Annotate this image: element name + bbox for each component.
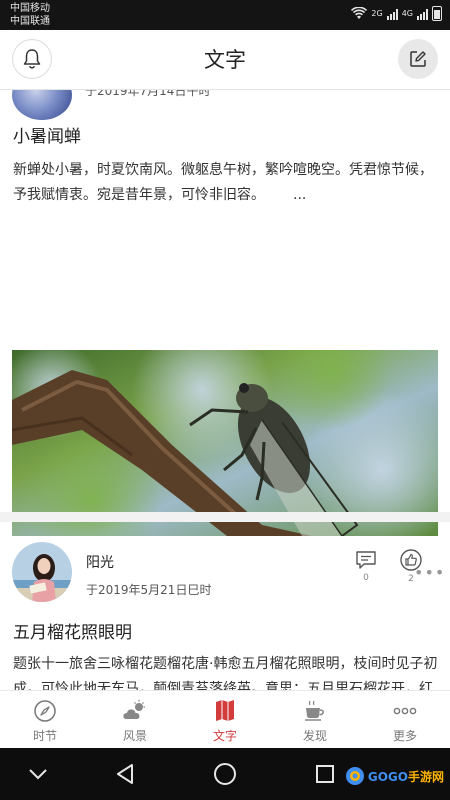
signal-icon bbox=[386, 8, 398, 20]
like-count: 2 bbox=[408, 574, 414, 584]
signal-icon bbox=[417, 8, 428, 20]
home-button[interactable] bbox=[213, 762, 237, 786]
app-header: 文字 bbox=[0, 30, 450, 90]
carrier-labels: 中国移动 中国联通 bbox=[10, 2, 50, 28]
comment-icon bbox=[356, 551, 376, 569]
net-label-4g: 4G bbox=[401, 9, 413, 18]
tab-faxian[interactable]: 发现 bbox=[270, 691, 360, 748]
author-name[interactable]: 阳光 bbox=[86, 552, 114, 572]
tab-fengjing[interactable]: 风景 bbox=[90, 691, 180, 748]
cloud-sun-icon bbox=[123, 700, 145, 719]
tab-label: 时节 bbox=[32, 729, 57, 743]
hide-nav-button[interactable] bbox=[26, 762, 50, 786]
tab-label: 文字 bbox=[212, 729, 237, 743]
back-triangle-icon bbox=[117, 764, 133, 784]
avatar-image bbox=[12, 542, 72, 602]
post-title: 小暑闻蝉 bbox=[13, 127, 81, 147]
comment-button[interactable]: 0 bbox=[355, 550, 377, 583]
post-body-text: 新蝉处小暑，时夏饮南风。微躯息午树，繁吟喧晚空。凭君惊节候，予我赋情衷。宛是昔年… bbox=[13, 162, 433, 203]
tab-label: 更多 bbox=[392, 729, 417, 743]
more-icon bbox=[393, 707, 417, 715]
post-ellipsis: ... bbox=[293, 187, 307, 203]
tab-gengduo[interactable]: 更多 bbox=[360, 691, 450, 748]
compass-icon bbox=[34, 700, 56, 722]
post-card[interactable]: 于2019年7月14日午时 ••• 小暑闻蝉 新蝉处小暑，时夏饮南风。微躯息午树… bbox=[0, 90, 450, 584]
back-button[interactable] bbox=[113, 762, 137, 786]
more-options-icon[interactable]: ••• bbox=[414, 563, 445, 582]
chevron-down-icon bbox=[29, 769, 47, 780]
recents-button[interactable] bbox=[313, 762, 337, 786]
post-date: 于2019年5月21日巳时 bbox=[86, 583, 212, 597]
avatar[interactable] bbox=[12, 90, 72, 120]
coffee-icon bbox=[305, 700, 324, 721]
bottom-tab-bar: 时节 风景 文字 发现 更多 bbox=[0, 690, 450, 748]
status-icons: 2G 4G bbox=[351, 6, 442, 21]
post-body: 新蝉处小暑，时夏饮南风。微躯息午树，繁吟喧晚空。凭君惊节候，予我赋情衷。宛是昔年… bbox=[13, 158, 438, 208]
feed[interactable]: 于2019年7月14日午时 ••• 小暑闻蝉 新蝉处小暑，时夏饮南风。微躯息午树… bbox=[0, 90, 450, 690]
gogo-logo-icon bbox=[345, 767, 364, 785]
post-date: 于2019年7月14日午时 bbox=[85, 90, 211, 98]
recents-square-icon bbox=[316, 765, 334, 783]
post-image[interactable] bbox=[12, 350, 438, 536]
tab-label: 发现 bbox=[302, 729, 327, 743]
carrier-2: 中国联通 bbox=[10, 16, 50, 27]
carrier-1: 中国移动 bbox=[10, 3, 50, 14]
watermark-logo: GOGO手游网 bbox=[345, 766, 444, 786]
wifi-icon bbox=[351, 7, 368, 19]
post-title: 五月榴花照眼明 bbox=[13, 623, 132, 643]
edit-icon bbox=[410, 51, 426, 67]
page-title: 文字 bbox=[204, 48, 246, 72]
watermark-text: GOGO手游网 bbox=[368, 768, 444, 785]
status-bar: 中国移动 中国联通 2G 4G bbox=[0, 0, 450, 30]
book-icon bbox=[216, 700, 234, 721]
tab-shijie[interactable]: 时节 bbox=[0, 691, 90, 748]
watermark-brand: GOGO bbox=[367, 769, 408, 784]
comment-count: 0 bbox=[363, 573, 369, 583]
tab-wenzi[interactable]: 文字 bbox=[180, 691, 270, 748]
post-divider bbox=[0, 512, 450, 522]
home-circle-icon bbox=[214, 763, 236, 785]
avatar[interactable] bbox=[12, 542, 72, 602]
watermark-cn: 手游网 bbox=[407, 769, 444, 784]
system-navigation-bar: GOGO手游网 bbox=[0, 748, 450, 800]
compose-button[interactable] bbox=[398, 39, 438, 79]
battery-icon bbox=[432, 6, 442, 21]
cicada-photo bbox=[12, 350, 438, 536]
post-body: 题张十一旅舍三咏榴花题榴花唐·韩愈五月榴花照眼明，枝间时见子初成。可怜此地无车马… bbox=[13, 656, 438, 690]
app-screen: 中国移动 中国联通 2G 4G 文字 于2019年7月14日午时 小暑闻蝉 新蝉… bbox=[0, 0, 450, 800]
net-label-2g: 2G bbox=[371, 9, 383, 18]
tab-label: 风景 bbox=[122, 729, 147, 743]
